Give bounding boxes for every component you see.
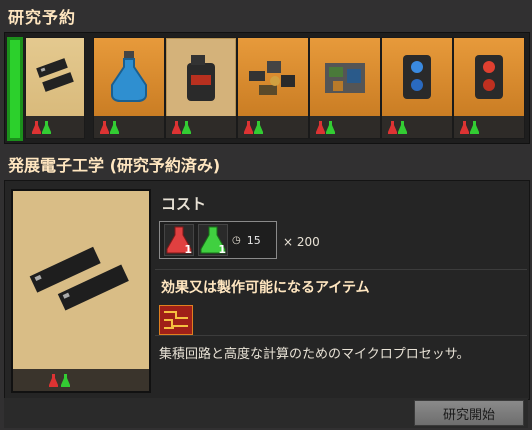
technology-detail: コスト 1 1 ◷ 15 × 200 効果又は製作可能になるアイテム 集積回路と… [4,180,530,400]
footer-bar: 研究開始 [4,398,528,428]
effects-label: 効果又は製作可能になるアイテム [161,280,370,296]
technology-description: 集積回路と高度な計算のためのマイクロプロセッサ。 [159,347,470,362]
research-queue-panel: 研究予約 発展電子工学 (研究予約済み) コスト 1 1 ◷ 15 × 200 … [0,0,532,430]
queue-item-7[interactable] [453,37,525,139]
research-count: × 200 [283,235,320,249]
research-time: 15 [246,233,261,247]
queue-item-3[interactable] [165,37,237,139]
divider [155,269,527,270]
cost-row: 1 1 ◷ 15 [159,221,277,259]
advanced-circuit-icon[interactable] [159,305,193,335]
technology-large-icon [11,189,151,393]
divider [155,335,527,336]
green-science-pack-icon: 1 [198,224,228,256]
queue-item-cost-bar [26,116,84,138]
machinery-icon [310,38,380,116]
queue-item-4[interactable] [237,37,309,139]
queue-item-5[interactable] [309,37,381,139]
red-flask-icon [32,121,41,134]
queue-item-electronics[interactable] [25,37,85,139]
blue-module-icon [382,38,452,116]
research-progress-bar [7,37,23,141]
electronics-icon [13,191,149,369]
queue-item-2[interactable] [93,37,165,139]
technology-heading: 発展電子工学 (研究予約済み) [8,156,221,175]
start-research-button[interactable]: 研究開始 [414,400,524,426]
red-science-pack-icon: 1 [164,224,194,256]
blue-flask-icon [94,38,164,116]
research-queue-strip [4,32,530,144]
red-module-icon [454,38,524,116]
scrap-parts-icon [238,38,308,116]
cost-label: コスト [161,195,207,213]
queue-item-6[interactable] [381,37,453,139]
electronics-icon [26,38,84,116]
fuel-canister-icon [166,38,236,116]
clock-icon: ◷ [232,234,241,246]
queue-title: 研究予約 [8,8,77,27]
green-flask-icon [42,121,51,134]
